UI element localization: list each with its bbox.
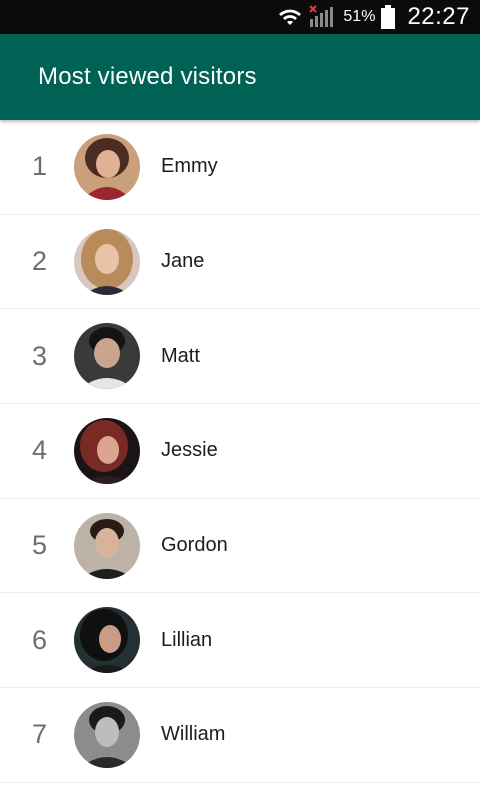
visitor-name: William <box>161 723 226 746</box>
avatar <box>74 512 140 579</box>
avatar <box>74 323 140 390</box>
visitor-rank: 6 <box>32 624 48 655</box>
visitor-name: Matt <box>161 344 200 367</box>
visitor-row[interactable]: 1 Emmy <box>0 120 480 215</box>
avatar <box>74 133 140 200</box>
wifi-icon <box>277 7 303 27</box>
visitor-name: Jane <box>161 250 205 273</box>
visitor-row[interactable]: 6 Lillian <box>0 593 480 689</box>
clock: 22:27 <box>407 3 470 30</box>
visitor-rank: 5 <box>32 530 48 561</box>
avatar <box>74 701 140 768</box>
app-bar: Most viewed visitors <box>0 34 480 120</box>
screen: 51% 22:27 Most viewed visitors 1 Emmy 2 … <box>0 0 480 790</box>
visitor-row[interactable]: 3 Matt <box>0 309 480 405</box>
status-bar: 51% 22:27 <box>0 0 480 34</box>
signal-no-service-icon <box>309 5 335 29</box>
visitor-row[interactable]: 4 Jessie <box>0 404 480 499</box>
visitor-rank: 3 <box>32 340 48 371</box>
visitor-list: 1 Emmy 2 Jane 3 Matt 4 Jessie 5 Gordon 6… <box>0 120 480 783</box>
visitor-name: Jessie <box>161 439 218 462</box>
visitor-name: Emmy <box>161 155 218 178</box>
visitor-row[interactable]: 2 Jane <box>0 215 480 310</box>
visitor-row[interactable]: 7 William <box>0 688 480 783</box>
page-title: Most viewed visitors <box>38 63 257 90</box>
avatar <box>74 607 140 674</box>
visitor-name: Lillian <box>161 628 213 651</box>
visitor-name: Gordon <box>161 534 228 557</box>
visitor-rank: 7 <box>32 719 48 750</box>
visitor-rank: 4 <box>32 435 48 466</box>
visitor-row[interactable]: 5 Gordon <box>0 499 480 594</box>
avatar <box>74 228 140 295</box>
visitor-rank: 1 <box>32 151 48 182</box>
avatar <box>74 417 140 484</box>
battery-percent: 51% <box>343 8 376 25</box>
battery-icon <box>381 5 396 29</box>
visitor-rank: 2 <box>32 246 48 277</box>
